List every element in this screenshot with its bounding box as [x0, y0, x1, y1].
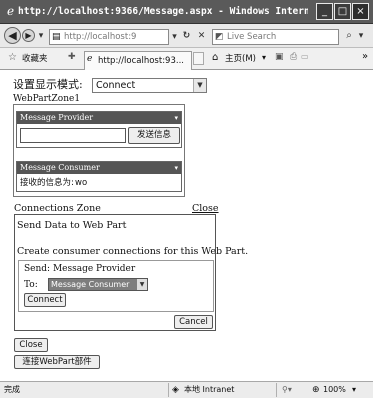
consumer-select-value: Message Consumer [51, 280, 130, 289]
zoom-level[interactable]: 100% [323, 384, 346, 396]
security-zone-text: 本地 Intranet [184, 385, 235, 394]
zoom-icon[interactable]: ⊕ [312, 384, 320, 396]
home-icon[interactable]: ⌂ [212, 52, 218, 63]
close-window-button[interactable]: × [352, 3, 369, 20]
message-provider-webpart: Message Provider ▾ 发送信息 [16, 111, 182, 148]
zoom-dropdown-icon[interactable]: ▾ [352, 384, 356, 396]
display-mode-label: 设置显示模式: [13, 78, 83, 91]
history-dropdown-icon[interactable]: ▾ [37, 29, 45, 43]
received-message-label: 接收的信息为: [20, 178, 74, 188]
window-title: http://localhost:9366/Message.aspx - Win… [18, 6, 308, 17]
page-menu-icon[interactable]: ▭ [301, 52, 309, 61]
display-mode-value: Connect [96, 80, 136, 91]
tab-current-page[interactable]: ℯ http://localhost:93... [84, 51, 192, 70]
ie-logo-icon: ℯ [6, 4, 15, 18]
page-icon: ▤ [52, 32, 61, 42]
connections-zone: Send Data to Web Part Create consumer co… [14, 214, 248, 331]
status-divider [168, 383, 169, 397]
send-data-heading: Send Data to Web Part [17, 220, 127, 231]
feeds-icon[interactable]: ▣ [275, 52, 284, 62]
refresh-icon[interactable]: ↻ [181, 29, 192, 43]
favorites-button[interactable]: 收藏夹 [22, 52, 48, 66]
maximize-button[interactable]: □ [334, 3, 351, 20]
message-provider-title: Message Provider ▾ [17, 112, 181, 124]
chevron-down-icon: ▼ [193, 79, 206, 92]
status-bar: 完成 ◈ 本地 Intranet ⚲▾ ⊕ 100% ▾ [0, 381, 373, 398]
tab-page-icon: ℯ [87, 54, 93, 64]
search-icon[interactable]: ⌕ [342, 29, 356, 43]
send-provider-label: Send: Message Provider [24, 264, 136, 274]
message-consumer-webpart: Message Consumer ▾ 接收的信息为: wo [16, 161, 182, 192]
close-button[interactable]: Close [14, 338, 48, 352]
connection-fieldset: Send: Message Provider To: Message Consu… [18, 260, 214, 312]
address-url: http://localhost:9 [64, 32, 137, 42]
forward-arrow-icon: ▶ [25, 31, 32, 40]
search-options-icon[interactable]: ▾ [357, 29, 365, 43]
webpart-menu-icon[interactable]: ▾ [174, 112, 178, 124]
consumer-select[interactable]: Message Consumer ▼ [48, 278, 148, 291]
home-dropdown-icon[interactable]: ▾ [262, 53, 266, 62]
live-search-logo-icon: ◩ [215, 32, 224, 42]
status-divider [276, 383, 277, 397]
back-arrow-icon: ◀ [8, 29, 17, 42]
address-toolbar: ◀ ▶ ▾ ▤ http://localhost:9 ▾ ↻ ✕ ◩ Live … [0, 24, 373, 48]
connect-webpart-button[interactable]: 连接WebPart部件 [14, 355, 100, 369]
new-tab-button[interactable] [193, 52, 204, 65]
webpart-zone: Message Provider ▾ 发送信息 Message Consumer… [13, 104, 185, 197]
display-mode-select[interactable]: Connect ▼ [92, 78, 207, 93]
connections-zone-title: Connections Zone [14, 203, 101, 214]
tab-label: http://localhost:93... [98, 56, 184, 66]
cancel-button[interactable]: Cancel [174, 315, 213, 329]
to-label: To: [24, 280, 38, 290]
chevron-down-icon: ▼ [137, 279, 147, 290]
favorites-star-icon[interactable]: ☆ [8, 52, 17, 63]
tab-bar: ☆ 收藏夹 ✚ ℯ http://localhost:93... ⌂ 主页(M)… [0, 48, 373, 70]
create-connections-text: Create consumer connections for this Web… [17, 246, 249, 257]
add-favorite-icon[interactable]: ✚ [68, 52, 76, 62]
stop-icon[interactable]: ✕ [196, 29, 207, 43]
connections-zone-close-link[interactable]: Close [192, 203, 219, 214]
forward-button[interactable]: ▶ [22, 29, 35, 42]
protected-mode-icon[interactable]: ⚲▾ [282, 384, 292, 396]
print-icon[interactable]: ⎙ [290, 52, 297, 62]
search-field[interactable]: ◩ Live Search [212, 29, 339, 45]
message-consumer-title: Message Consumer ▾ [17, 162, 181, 174]
message-input[interactable] [20, 128, 126, 143]
status-text: 完成 [4, 385, 20, 394]
back-button[interactable]: ◀ [4, 27, 21, 44]
connect-button[interactable]: Connect [24, 293, 66, 307]
minimize-button[interactable]: _ [316, 3, 333, 20]
send-message-button[interactable]: 发送信息 [128, 127, 180, 144]
home-button[interactable]: 主页(M) [225, 52, 256, 66]
address-field[interactable]: ▤ http://localhost:9 [49, 29, 169, 45]
received-message-value: wo [75, 178, 88, 188]
toolbar-overflow-button[interactable]: » [362, 51, 368, 62]
search-input[interactable]: Live Search [227, 31, 276, 44]
webpart-menu-icon[interactable]: ▾ [174, 162, 178, 174]
intranet-zone-icon: ◈ [172, 385, 179, 395]
address-dropdown-icon[interactable]: ▾ [170, 30, 179, 44]
title-bar: ℯ http://localhost:9366/Message.aspx - W… [0, 0, 373, 24]
